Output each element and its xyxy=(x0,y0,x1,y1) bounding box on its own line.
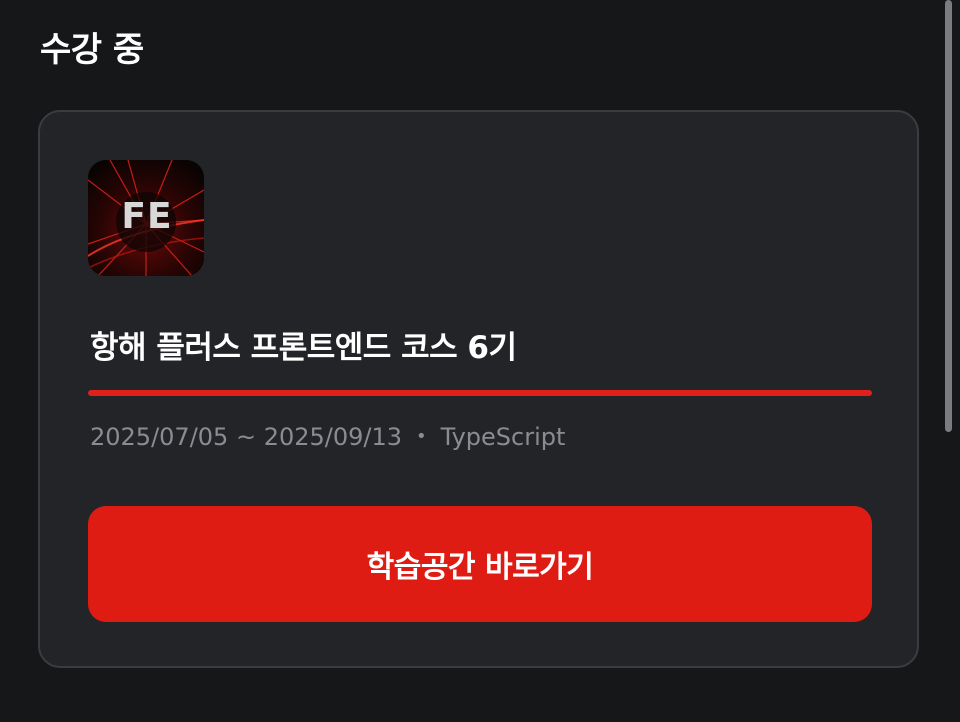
go-to-learning-space-button[interactable]: 학습공간 바로가기 xyxy=(88,506,872,622)
course-date-range: 2025/07/05 ~ 2025/09/13 xyxy=(90,423,403,451)
progress-fill xyxy=(88,390,872,396)
course-logo-text: FE xyxy=(121,196,173,237)
page: 수강 중 FE 항해 플러스 프론트엔드 코스 6기 2025/07/05 ~ … xyxy=(0,0,960,722)
course-tech: TypeScript xyxy=(440,423,566,451)
section-title: 수강 중 xyxy=(40,30,144,70)
meta-separator: • xyxy=(416,426,427,447)
scrollbar[interactable] xyxy=(945,0,952,432)
progress-bar xyxy=(88,390,872,396)
course-title: 항해 플러스 프론트엔드 코스 6기 xyxy=(90,330,517,366)
course-meta: 2025/07/05 ~ 2025/09/13 • TypeScript xyxy=(90,423,565,451)
course-card: FE 항해 플러스 프론트엔드 코스 6기 2025/07/05 ~ 2025/… xyxy=(38,110,919,668)
